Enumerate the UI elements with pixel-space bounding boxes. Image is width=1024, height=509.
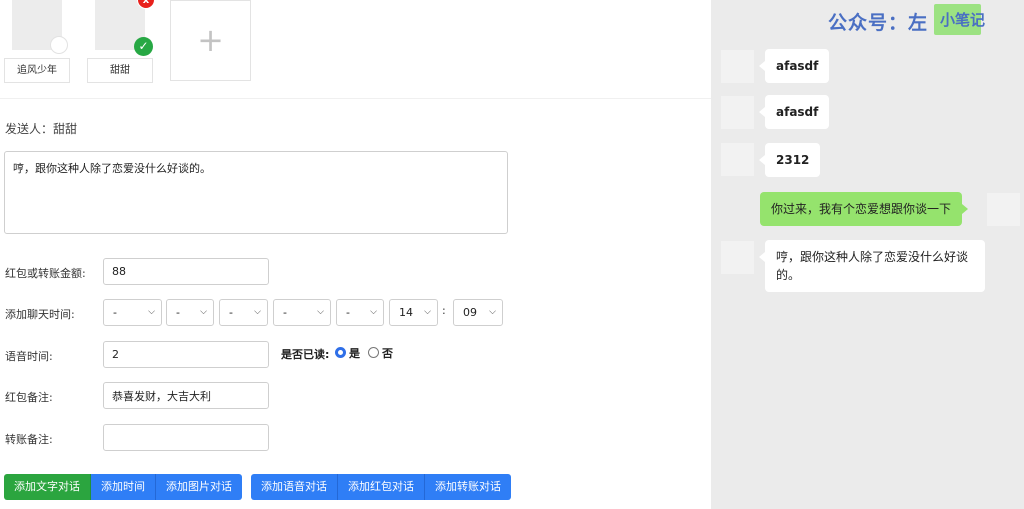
ampm-select-value: - xyxy=(346,306,350,319)
avatar-name: 甜甜 xyxy=(87,58,153,83)
add-time-button[interactable]: 添加时间 xyxy=(91,474,156,500)
chat-time-label: 添加聊天时间: xyxy=(5,308,75,321)
chevron-down-icon: ⌵ xyxy=(254,307,261,317)
time-colon: : xyxy=(442,304,446,317)
chevron-down-icon: ⌵ xyxy=(370,307,377,317)
chat-bubble[interactable]: 哼，跟你这种人除了恋爱没什么好谈的。 xyxy=(759,240,985,292)
chat-avatar xyxy=(721,143,754,176)
read-yes-radio[interactable] xyxy=(335,347,346,358)
watermark-text: 公众号：左 xyxy=(828,12,929,34)
ampm-select[interactable]: - ⌵ xyxy=(336,299,384,326)
chat-bubble-self[interactable]: 你过来，我有个恋爱想跟你谈一下 xyxy=(760,192,969,226)
add-voice-dialog-button[interactable]: 添加语音对话 xyxy=(251,474,338,500)
chevron-down-icon: ⌵ xyxy=(317,307,324,317)
voice-time-label: 语音时间: xyxy=(5,350,53,363)
chat-bubble[interactable]: afasdf xyxy=(758,95,830,129)
transfer-note-input[interactable] xyxy=(103,424,269,451)
chat-avatar xyxy=(721,50,754,83)
read-no-label: 否 xyxy=(382,347,393,360)
day-select[interactable]: - ⌵ xyxy=(219,299,268,326)
chevron-down-icon: ⌵ xyxy=(424,307,431,317)
add-text-dialog-button[interactable]: 添加文字对话 xyxy=(4,474,91,500)
checkmark-icon: ✓ xyxy=(134,37,153,56)
read-no-radio[interactable] xyxy=(368,347,379,358)
month-select-value: - xyxy=(176,306,180,319)
message-textarea[interactable]: 哼，跟你这种人除了恋爱没什么好谈的。 xyxy=(4,151,508,234)
amount-label: 红包或转账金额: xyxy=(5,267,86,280)
button-group-primary: 添加文字对话 添加时间 添加图片对话 xyxy=(4,474,242,500)
month-select[interactable]: - ⌵ xyxy=(166,299,214,326)
editor-panel: 追风少年 甜甜 ✓ x + 发送人：甜甜 哼，跟你这种人除了恋爱没什么好谈的。 … xyxy=(0,0,711,509)
year-select[interactable]: - ⌵ xyxy=(103,299,162,326)
avatar-select-radio[interactable] xyxy=(50,36,68,54)
minute-select[interactable]: 09 ⌵ xyxy=(453,299,503,326)
read-status-label: 是否已读: xyxy=(281,348,330,361)
read-yes-label: 是 xyxy=(349,347,360,360)
sender-label: 发送人：甜甜 xyxy=(5,122,78,136)
year-select-value: - xyxy=(113,306,117,319)
weekday-select[interactable]: - ⌵ xyxy=(273,299,331,326)
avatar-name: 追风少年 xyxy=(4,58,70,83)
watermark-overlay-text: 小笔记 xyxy=(940,11,986,29)
chat-bubble[interactable]: afasdf xyxy=(758,49,830,83)
chat-avatar-self xyxy=(987,193,1020,226)
minute-select-value: 09 xyxy=(463,306,477,319)
redpack-note-label: 红包备注: xyxy=(5,391,53,404)
chat-avatar xyxy=(721,96,754,129)
transfer-note-label: 转账备注: xyxy=(5,433,53,446)
voice-time-input[interactable] xyxy=(103,341,269,368)
chevron-down-icon: ⌵ xyxy=(200,307,207,317)
chevron-down-icon: ⌵ xyxy=(489,307,496,317)
add-avatar-button[interactable]: + xyxy=(170,0,251,81)
add-image-dialog-button[interactable]: 添加图片对话 xyxy=(156,474,242,500)
day-select-value: - xyxy=(229,306,233,319)
chat-preview-panel: 公众号：左 小笔记 afasdf afasdf 2312 你过来，我有个恋爱想跟… xyxy=(711,0,1024,509)
chevron-down-icon: ⌵ xyxy=(148,307,155,317)
button-group-secondary: 添加语音对话 添加红包对话 添加转账对话 xyxy=(251,474,511,500)
chat-avatar xyxy=(721,241,754,274)
hour-select-value: 14 xyxy=(399,306,413,319)
add-redpack-dialog-button[interactable]: 添加红包对话 xyxy=(338,474,425,500)
add-transfer-dialog-button[interactable]: 添加转账对话 xyxy=(425,474,511,500)
redpack-note-input[interactable] xyxy=(103,382,269,409)
divider xyxy=(0,98,711,99)
amount-input[interactable] xyxy=(103,258,269,285)
weekday-select-value: - xyxy=(283,306,287,319)
chat-bubble[interactable]: 2312 xyxy=(758,143,821,177)
hour-select[interactable]: 14 ⌵ xyxy=(389,299,438,326)
